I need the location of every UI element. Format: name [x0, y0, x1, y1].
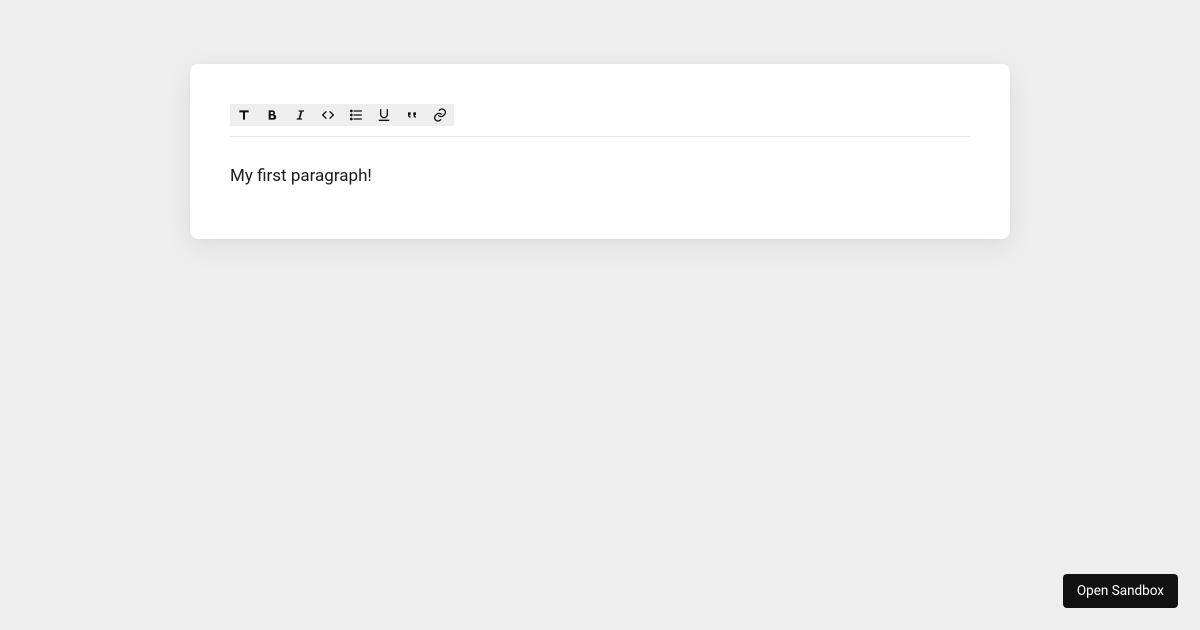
- code-button[interactable]: [314, 104, 342, 126]
- italic-icon: [292, 107, 308, 123]
- toolbar: [230, 104, 970, 137]
- open-sandbox-button[interactable]: Open Sandbox: [1063, 574, 1178, 608]
- bold-button[interactable]: [258, 104, 286, 126]
- link-icon: [432, 107, 448, 123]
- text-format-button[interactable]: [230, 104, 258, 126]
- underline-icon: [376, 107, 392, 123]
- quote-icon: [404, 107, 420, 123]
- quote-button[interactable]: [398, 104, 426, 126]
- text-icon: [236, 107, 252, 123]
- editor-card: My first paragraph!: [190, 64, 1010, 239]
- paragraph-text: My first paragraph!: [230, 165, 970, 189]
- italic-button[interactable]: [286, 104, 314, 126]
- list-icon: [348, 107, 364, 123]
- link-button[interactable]: [426, 104, 454, 126]
- bold-icon: [264, 107, 280, 123]
- open-sandbox-label: Open Sandbox: [1077, 583, 1164, 599]
- underline-button[interactable]: [370, 104, 398, 126]
- editor-content[interactable]: My first paragraph!: [230, 147, 970, 189]
- code-icon: [320, 107, 336, 123]
- list-button[interactable]: [342, 104, 370, 126]
